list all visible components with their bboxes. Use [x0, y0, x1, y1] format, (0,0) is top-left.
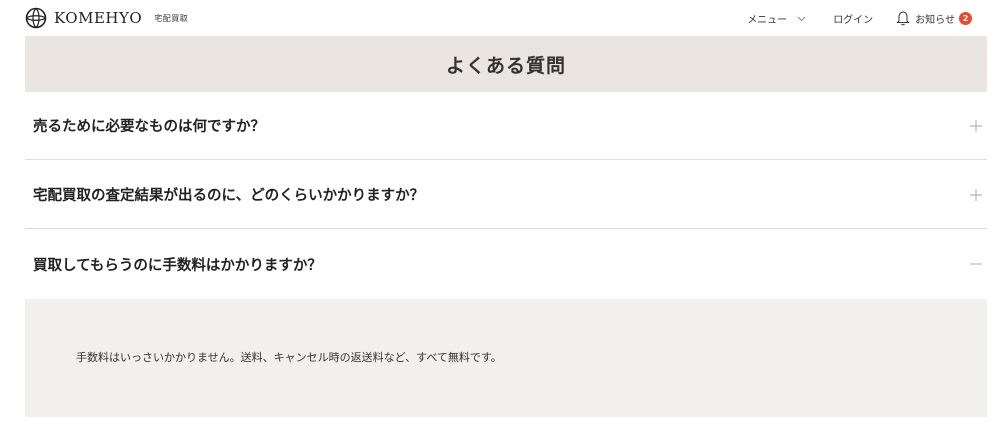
faq-answer-panel: 手数料はいっさいかかりません。送料、キャンセル時の返送料など、すべて無料です。	[25, 299, 987, 417]
notice-label: お知らせ	[915, 14, 955, 26]
bell-icon	[896, 11, 910, 26]
chevron-down-icon	[797, 16, 806, 21]
faq-question: 宅配買取の査定結果が出るのに、どのくらいかかりますか？	[33, 188, 425, 204]
faq-item-expanded[interactable]: 買取してもらうのに手数料はかかりますか？	[25, 230, 987, 298]
faq-item[interactable]: 宅配買取の査定結果が出るのに、どのくらいかかりますか？	[25, 161, 987, 229]
page-title: よくある質問	[445, 54, 566, 77]
komehyo-logo[interactable]: KOMEHYO 宅配買取	[25, 6, 188, 30]
site-header: KOMEHYO 宅配買取 メニュー ログイン お知らせ 2	[0, 0, 1000, 36]
logo-subtitle: 宅配買取	[154, 13, 189, 23]
minus-icon[interactable]	[969, 257, 983, 271]
plus-icon[interactable]	[969, 188, 983, 202]
notice-button[interactable]: お知らせ 2	[896, 10, 972, 26]
header-nav: メニュー ログイン お知らせ 2	[747, 0, 972, 36]
page-title-band: よくある質問	[25, 36, 987, 92]
menu-button[interactable]: メニュー	[747, 11, 806, 26]
logo-mark-icon	[25, 7, 47, 29]
menu-label: メニュー	[747, 14, 788, 26]
notice-count-badge: 2	[959, 11, 972, 25]
faq-question: 買取してもらうのに手数料はかかりますか？	[33, 257, 322, 274]
faq-question: 売るために必要なものは何ですか？	[33, 119, 265, 135]
logo-text: KOMEHYO	[54, 9, 143, 27]
login-link[interactable]: ログイン	[833, 11, 873, 26]
faq-answer: 手数料はいっさいかかりません。送料、キャンセル時の返送料など、すべて無料です。	[76, 351, 502, 364]
plus-icon[interactable]	[969, 119, 983, 133]
faq-item[interactable]: 売るために必要なものは何ですか？	[25, 92, 987, 160]
